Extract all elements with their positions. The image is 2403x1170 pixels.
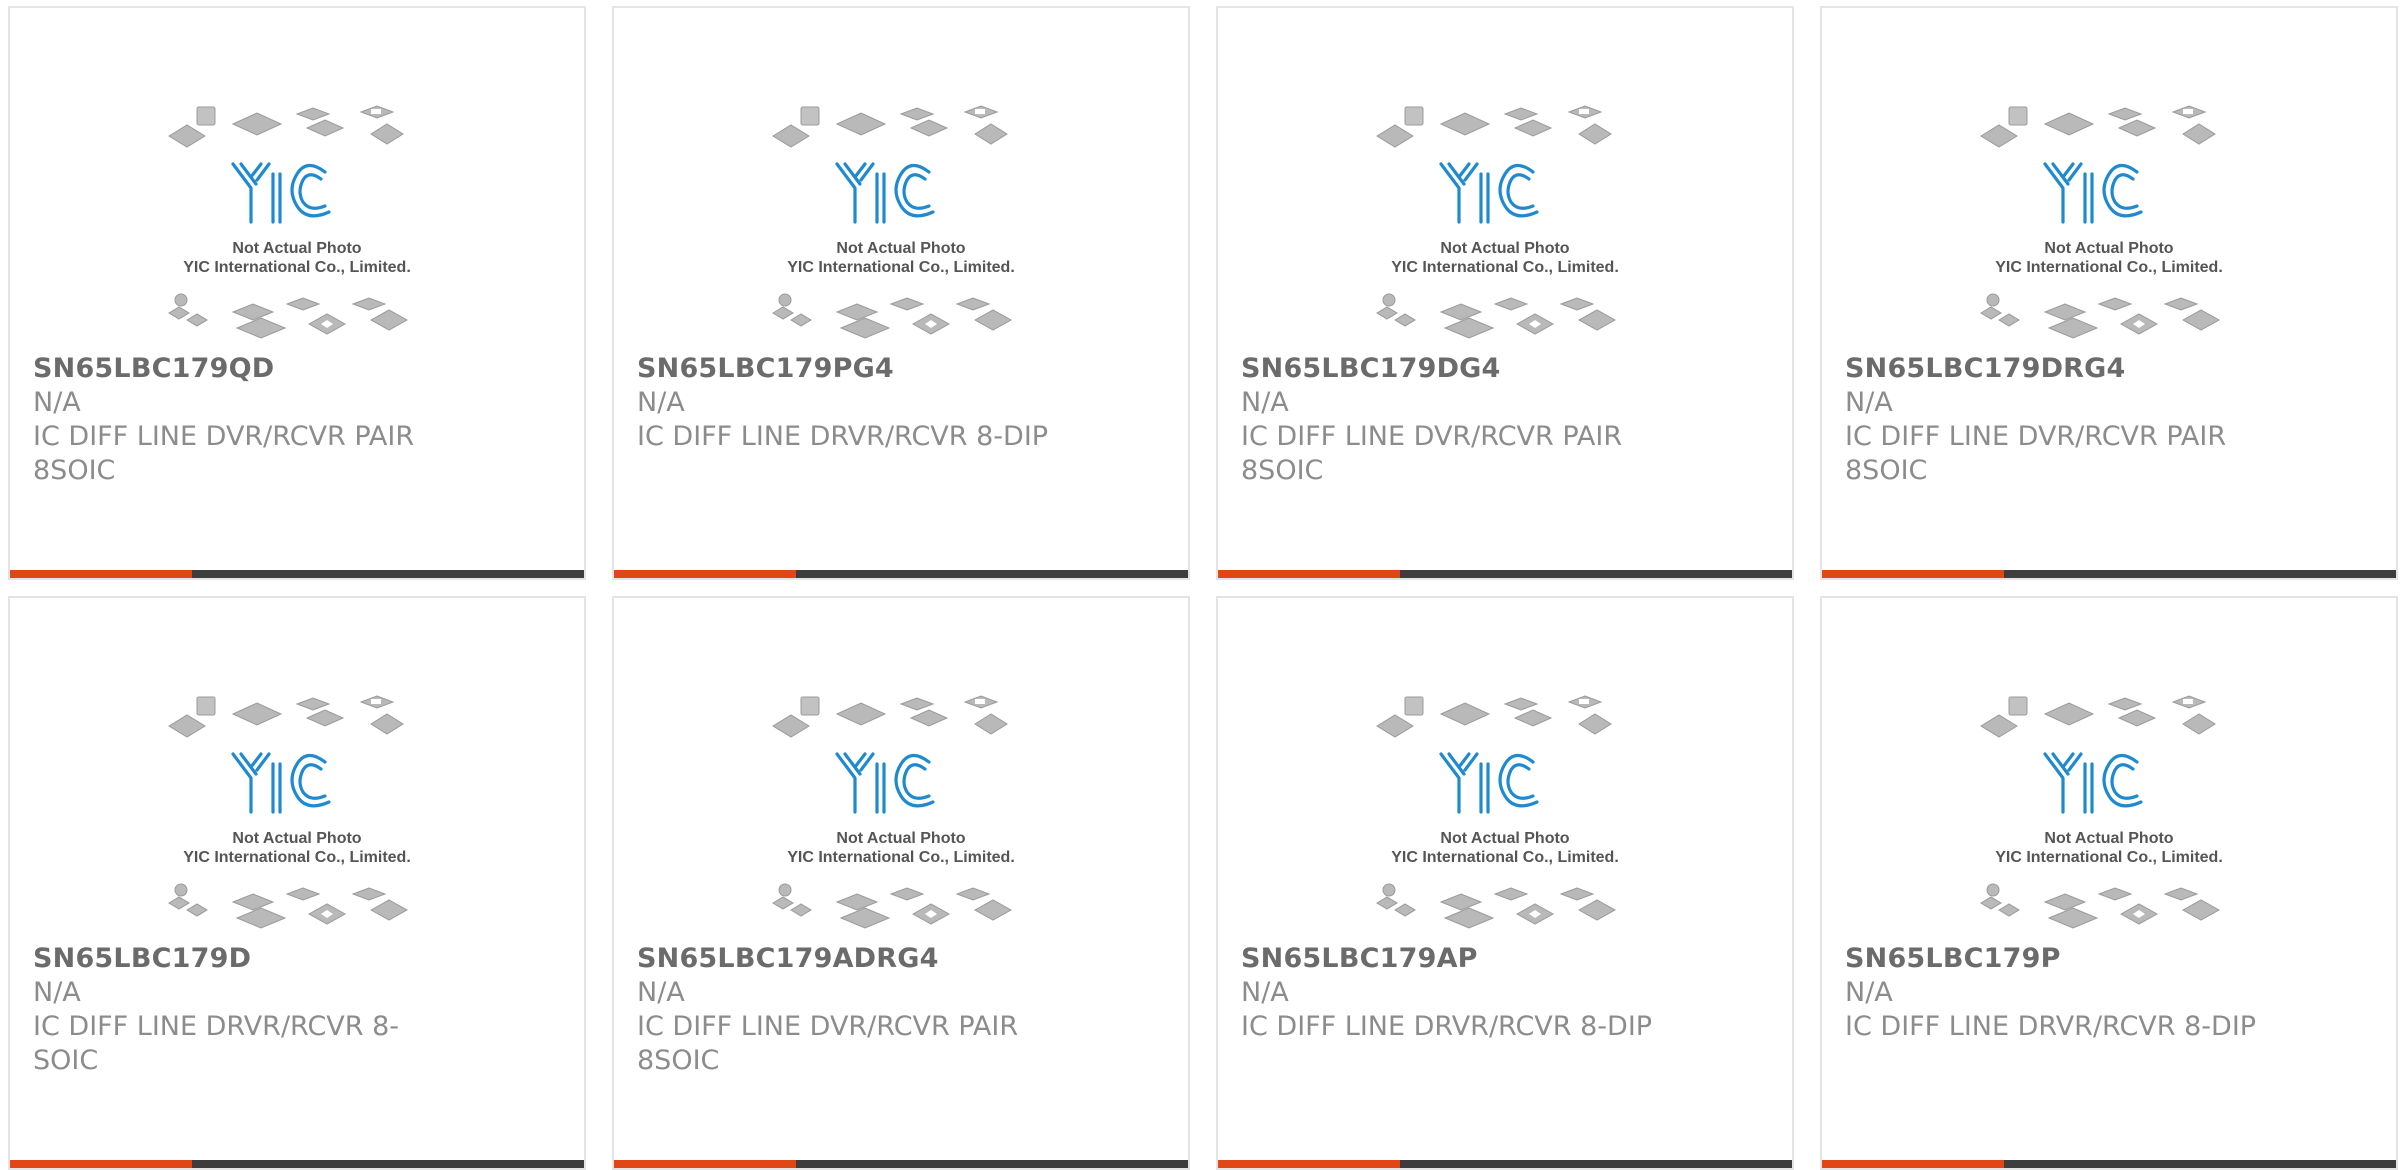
ic-chips-placeholder-image: Not Actual Photo YIC International Co., …: [772, 105, 1015, 339]
product-placeholder-image[interactable]: Not Actual Photo YIC International Co., …: [1218, 8, 1792, 352]
product-placeholder-image[interactable]: Not Actual Photo YIC International Co., …: [1822, 8, 2396, 352]
svg-text:Not Actual Photo: Not Actual Photo: [232, 830, 361, 847]
part-number-link[interactable]: SN65LBC179DG4: [1241, 352, 1772, 386]
svg-text:Not Actual Photo: Not Actual Photo: [1440, 240, 1569, 257]
svg-text:YIC International Co., Limited: YIC International Co., Limited.: [1995, 849, 2223, 866]
svg-text:YIC International Co., Limited: YIC International Co., Limited.: [183, 259, 411, 276]
card-bottom-bar: [10, 1160, 584, 1168]
product-info: SN65LBC179P N/A IC DIFF LINE DRVR/RCVR 8…: [1845, 942, 2376, 1044]
product-description: IC DIFF LINE DRVR/RCVR 8-DIP: [1845, 1011, 2257, 1042]
card-bottom-bar: [1218, 570, 1792, 578]
manufacturer: N/A: [1845, 387, 1893, 418]
ic-chips-placeholder-image: Not Actual Photo YIC International Co., …: [772, 695, 1015, 929]
product-card[interactable]: Not Actual Photo YIC International Co., …: [612, 596, 1190, 1170]
product-card[interactable]: Not Actual Photo YIC International Co., …: [1820, 6, 2398, 580]
product-info: SN65LBC179AP N/A IC DIFF LINE DRVR/RCVR …: [1241, 942, 1772, 1044]
card-accent-bar: [1218, 570, 1400, 578]
product-placeholder-image[interactable]: Not Actual Photo YIC International Co., …: [10, 8, 584, 352]
svg-text:YIC International Co., Limited: YIC International Co., Limited.: [787, 849, 1015, 866]
product-info: SN65LBC179PG4 N/A IC DIFF LINE DRVR/RCVR…: [637, 352, 1168, 454]
product-card[interactable]: Not Actual Photo YIC International Co., …: [1820, 596, 2398, 1170]
part-number-link[interactable]: SN65LBC179AP: [1241, 942, 1772, 976]
product-card[interactable]: Not Actual Photo YIC International Co., …: [612, 6, 1190, 580]
card-bottom-bar: [1822, 1160, 2396, 1168]
product-description: IC DIFF LINE DVR/RCVR PAIR 8SOIC: [1241, 421, 1623, 486]
product-card[interactable]: Not Actual Photo YIC International Co., …: [1216, 6, 1794, 580]
card-bottom-bar: [1822, 570, 2396, 578]
card-bottom-bar: [10, 570, 584, 578]
product-info: SN65LBC179DRG4 N/A IC DIFF LINE DVR/RCVR…: [1845, 352, 2376, 488]
product-info: SN65LBC179ADRG4 N/A IC DIFF LINE DVR/RCV…: [637, 942, 1168, 1078]
ic-chips-placeholder-image: Not Actual Photo YIC International Co., …: [168, 695, 411, 929]
manufacturer: N/A: [33, 977, 81, 1008]
ic-chips-placeholder-image: Not Actual Photo YIC International Co., …: [168, 105, 411, 339]
manufacturer: N/A: [637, 387, 685, 418]
manufacturer: N/A: [637, 977, 685, 1008]
card-accent-bar: [614, 1160, 796, 1168]
card-accent-bar: [10, 1160, 192, 1168]
product-description: IC DIFF LINE DRVR/RCVR 8-DIP: [637, 421, 1049, 452]
product-card[interactable]: Not Actual Photo YIC International Co., …: [8, 6, 586, 580]
svg-text:YIC International Co., Limited: YIC International Co., Limited.: [787, 259, 1015, 276]
product-info: SN65LBC179DG4 N/A IC DIFF LINE DVR/RCVR …: [1241, 352, 1772, 488]
svg-text:YIC International Co., Limited: YIC International Co., Limited.: [1995, 259, 2223, 276]
product-description: IC DIFF LINE DVR/RCVR PAIR 8SOIC: [33, 421, 415, 486]
product-placeholder-image[interactable]: Not Actual Photo YIC International Co., …: [1822, 598, 2396, 942]
card-bottom-bar: [1218, 1160, 1792, 1168]
part-number-link[interactable]: SN65LBC179D: [33, 942, 564, 976]
card-accent-bar: [614, 570, 796, 578]
part-number-link[interactable]: SN65LBC179P: [1845, 942, 2376, 976]
card-accent-bar: [1218, 1160, 1400, 1168]
svg-text:YIC International Co., Limited: YIC International Co., Limited.: [1391, 849, 1619, 866]
product-info: SN65LBC179QD N/A IC DIFF LINE DVR/RCVR P…: [33, 352, 564, 488]
svg-text:Not Actual Photo: Not Actual Photo: [1440, 830, 1569, 847]
svg-text:YIC International Co., Limited: YIC International Co., Limited.: [1391, 259, 1619, 276]
product-card[interactable]: Not Actual Photo YIC International Co., …: [8, 596, 586, 1170]
product-description: IC DIFF LINE DVR/RCVR PAIR 8SOIC: [1845, 421, 2227, 486]
ic-chips-placeholder-image: Not Actual Photo YIC International Co., …: [1376, 695, 1619, 929]
part-number-link[interactable]: SN65LBC179PG4: [637, 352, 1168, 386]
product-placeholder-image[interactable]: Not Actual Photo YIC International Co., …: [10, 598, 584, 942]
product-placeholder-image[interactable]: Not Actual Photo YIC International Co., …: [614, 8, 1188, 352]
card-accent-bar: [1822, 1160, 2004, 1168]
svg-text:Not Actual Photo: Not Actual Photo: [2044, 240, 2173, 257]
manufacturer: N/A: [1845, 977, 1893, 1008]
card-accent-bar: [1822, 570, 2004, 578]
ic-chips-placeholder-image: Not Actual Photo YIC International Co., …: [1980, 105, 2223, 339]
product-description: IC DIFF LINE DRVR/RCVR 8-DIP: [1241, 1011, 1653, 1042]
manufacturer: N/A: [33, 387, 81, 418]
product-description: IC DIFF LINE DVR/RCVR PAIR 8SOIC: [637, 1011, 1019, 1076]
svg-text:YIC International Co., Limited: YIC International Co., Limited.: [183, 849, 411, 866]
svg-text:Not Actual Photo: Not Actual Photo: [2044, 830, 2173, 847]
svg-text:Not Actual Photo: Not Actual Photo: [836, 830, 965, 847]
svg-text:Not Actual Photo: Not Actual Photo: [232, 240, 361, 257]
part-number-link[interactable]: SN65LBC179DRG4: [1845, 352, 2376, 386]
ic-chips-placeholder-image: Not Actual Photo YIC International Co., …: [1980, 695, 2223, 929]
product-placeholder-image[interactable]: Not Actual Photo YIC International Co., …: [1218, 598, 1792, 942]
manufacturer: N/A: [1241, 977, 1289, 1008]
product-card[interactable]: Not Actual Photo YIC International Co., …: [1216, 596, 1794, 1170]
product-placeholder-image[interactable]: Not Actual Photo YIC International Co., …: [614, 598, 1188, 942]
part-number-link[interactable]: SN65LBC179QD: [33, 352, 564, 386]
product-description: IC DIFF LINE DRVR/RCVR 8-SOIC: [33, 1011, 400, 1076]
ic-chips-placeholder-image: Not Actual Photo YIC International Co., …: [1376, 105, 1619, 339]
card-bottom-bar: [614, 1160, 1188, 1168]
svg-text:Not Actual Photo: Not Actual Photo: [836, 240, 965, 257]
part-number-link[interactable]: SN65LBC179ADRG4: [637, 942, 1168, 976]
product-grid: Not Actual Photo YIC International Co., …: [0, 0, 2403, 1170]
card-accent-bar: [10, 570, 192, 578]
manufacturer: N/A: [1241, 387, 1289, 418]
card-bottom-bar: [614, 570, 1188, 578]
product-info: SN65LBC179D N/A IC DIFF LINE DRVR/RCVR 8…: [33, 942, 564, 1078]
